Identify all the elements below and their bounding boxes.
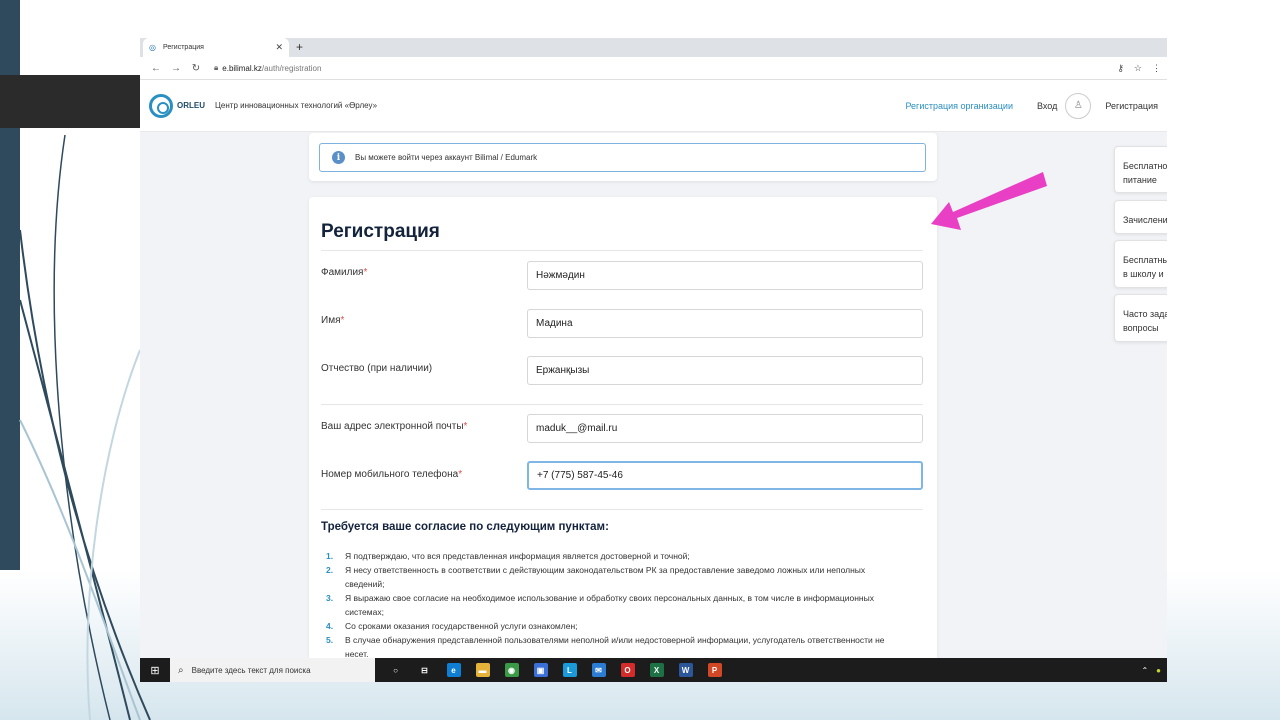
- address-bar-row: ← → ↻ 🔒︎ e.bilimal.kz/auth/registration …: [140, 57, 1167, 80]
- divider: [321, 509, 923, 510]
- annotation-arrow-icon: [931, 172, 1047, 230]
- cortana-icon-glyph: ○: [388, 663, 403, 677]
- patronymic-label: Отчество (при наличии): [321, 363, 433, 374]
- tray-chevron-icon[interactable]: ⌃: [1141, 666, 1148, 675]
- sidebar-item-faq[interactable]: Часто зада вопросы: [1114, 294, 1167, 342]
- system-tray: ⌃ ●: [1141, 666, 1167, 675]
- consent-list: 1. Я подтверждаю, что вся представленная …: [326, 549, 886, 661]
- opera-icon[interactable]: O: [613, 658, 642, 682]
- forward-arrow-icon[interactable]: →: [166, 63, 186, 74]
- registration-card: Регистрация Фамилия* Нәжмәдин Имя* Мадин…: [309, 197, 937, 667]
- phone-label: Номер мобильного телефона*: [321, 469, 463, 480]
- tray-app-icon[interactable]: ●: [1156, 666, 1161, 675]
- menu-dots-icon[interactable]: ⋮: [1152, 63, 1161, 74]
- list-item: 5. В случае обнаружения представленной по…: [326, 635, 885, 659]
- patronymic-field[interactable]: Ержанқызы: [527, 356, 923, 385]
- email-field[interactable]: maduk__@mail.ru: [527, 414, 923, 443]
- opera-icon-glyph: O: [620, 663, 635, 677]
- edge-icon-glyph: e: [446, 663, 461, 677]
- new-tab-button[interactable]: +: [296, 40, 303, 54]
- info-message: Вы можете войти через аккаунт Bilimal / …: [355, 153, 538, 162]
- org-registration-link[interactable]: Регистрация организации: [905, 101, 1013, 111]
- list-item: 2. Я несу ответственность в соответствии …: [326, 565, 866, 589]
- sidebar-item-free-meals[interactable]: Бесплатно питание: [1114, 146, 1167, 193]
- url-input[interactable]: 🔒︎ e.bilimal.kz/auth/registration: [214, 60, 1117, 77]
- login-link[interactable]: Вход: [1037, 101, 1057, 111]
- first-name-label: Имя*: [321, 315, 345, 326]
- windows-taskbar: ⊞ ⌕ Введите здесь текст для поиска ○ ⊟ e ▬ ◉…: [140, 658, 1167, 682]
- chrome-icon-glyph: ◉: [504, 663, 519, 677]
- store-icon[interactable]: ▣: [526, 658, 555, 682]
- list-item: 3. Я выражаю свое согласие на необходимое…: [326, 593, 874, 617]
- back-arrow-icon[interactable]: ←: [146, 63, 166, 74]
- reload-icon[interactable]: ↻: [186, 63, 206, 74]
- consent-title: Требуется ваше согласие по следующим пун…: [321, 521, 609, 533]
- windows-start-icon[interactable]: ⊞: [140, 664, 170, 677]
- cortana-icon[interactable]: ○: [381, 658, 410, 682]
- excel-icon-glyph: X: [649, 663, 664, 677]
- word-icon-glyph: W: [678, 663, 693, 677]
- powerpoint-icon[interactable]: P: [700, 658, 729, 682]
- chrome-icon[interactable]: ◉: [497, 658, 526, 682]
- first-name-field[interactable]: Мадина: [527, 309, 923, 338]
- user-icon[interactable]: ♙: [1065, 92, 1092, 119]
- sidebar-item-enrollment[interactable]: Зачислени: [1114, 200, 1167, 234]
- surname-field[interactable]: Нәжмәдин: [527, 261, 923, 290]
- browser-tab-bar: ◎ Регистрация ✕ +: [140, 38, 1167, 57]
- list-item: 1. Я подтверждаю, что вся представленная …: [326, 551, 690, 561]
- lock-icon: 🔒︎: [214, 63, 219, 72]
- phone-field[interactable]: +7 (775) 587-45-46: [527, 461, 923, 490]
- taskbar-search-input[interactable]: ⌕ Введите здесь текст для поиска: [170, 658, 375, 682]
- file-explorer-icon-glyph: ▬: [475, 663, 490, 677]
- tab-title: Регистрация: [163, 44, 204, 51]
- key-icon[interactable]: ⚷: [1117, 63, 1124, 74]
- taskbar-search-placeholder: Введите здесь текст для поиска: [191, 665, 311, 675]
- site-favicon-icon: ◎: [149, 42, 156, 52]
- star-icon[interactable]: ☆: [1134, 63, 1142, 74]
- mail-icon-glyph: ✉: [591, 663, 606, 677]
- info-alert: i Вы можете войти через аккаунт Bilimal …: [319, 143, 926, 172]
- task-view-icon[interactable]: ⊟: [410, 658, 439, 682]
- url-host: e.bilimal.kz: [222, 63, 262, 73]
- word-icon[interactable]: W: [671, 658, 700, 682]
- divider: [321, 250, 923, 251]
- mail-icon[interactable]: ✉: [584, 658, 613, 682]
- site-header: ORLEU Центр инновационных технологий «Өр…: [140, 80, 1167, 132]
- page-title: Регистрация: [321, 221, 440, 242]
- sidebar-item-free-school[interactable]: Бесплатны в школу и: [1114, 240, 1167, 288]
- slide-dark-block: [0, 75, 140, 128]
- email-label: Ваш адрес электронной почты*: [321, 421, 468, 432]
- close-tab-icon[interactable]: ✕: [275, 42, 283, 53]
- powerpoint-icon-glyph: P: [707, 663, 722, 677]
- divider: [321, 404, 923, 405]
- list-item: 4. Со сроками оказания государственной ус…: [326, 621, 578, 631]
- search-icon: ⌕: [178, 664, 184, 676]
- l-app-icon-glyph: L: [562, 663, 577, 677]
- info-icon: i: [332, 151, 345, 164]
- register-link[interactable]: Регистрация: [1105, 101, 1158, 111]
- store-icon-glyph: ▣: [533, 663, 548, 677]
- logo-subtitle: Центр инновационных технологий «Өрлеу»: [215, 101, 378, 110]
- orleu-logo-icon[interactable]: [149, 93, 173, 118]
- task-view-icon-glyph: ⊟: [417, 663, 432, 677]
- file-explorer-icon[interactable]: ▬: [468, 658, 497, 682]
- browser-screenshot: ◎ Регистрация ✕ + ← → ↻ 🔒︎ e.bilimal.kz /…: [140, 38, 1167, 682]
- logo-text[interactable]: ORLEU: [177, 101, 205, 110]
- l-app-icon[interactable]: L: [555, 658, 584, 682]
- edge-icon[interactable]: e: [439, 658, 468, 682]
- surname-label: Фамилия*: [321, 267, 368, 278]
- browser-tab[interactable]: ◎ Регистрация ✕: [143, 38, 289, 57]
- url-path: /auth/registration: [261, 63, 322, 73]
- info-card: i Вы можете войти через аккаунт Bilimal …: [309, 133, 937, 181]
- excel-icon[interactable]: X: [642, 658, 671, 682]
